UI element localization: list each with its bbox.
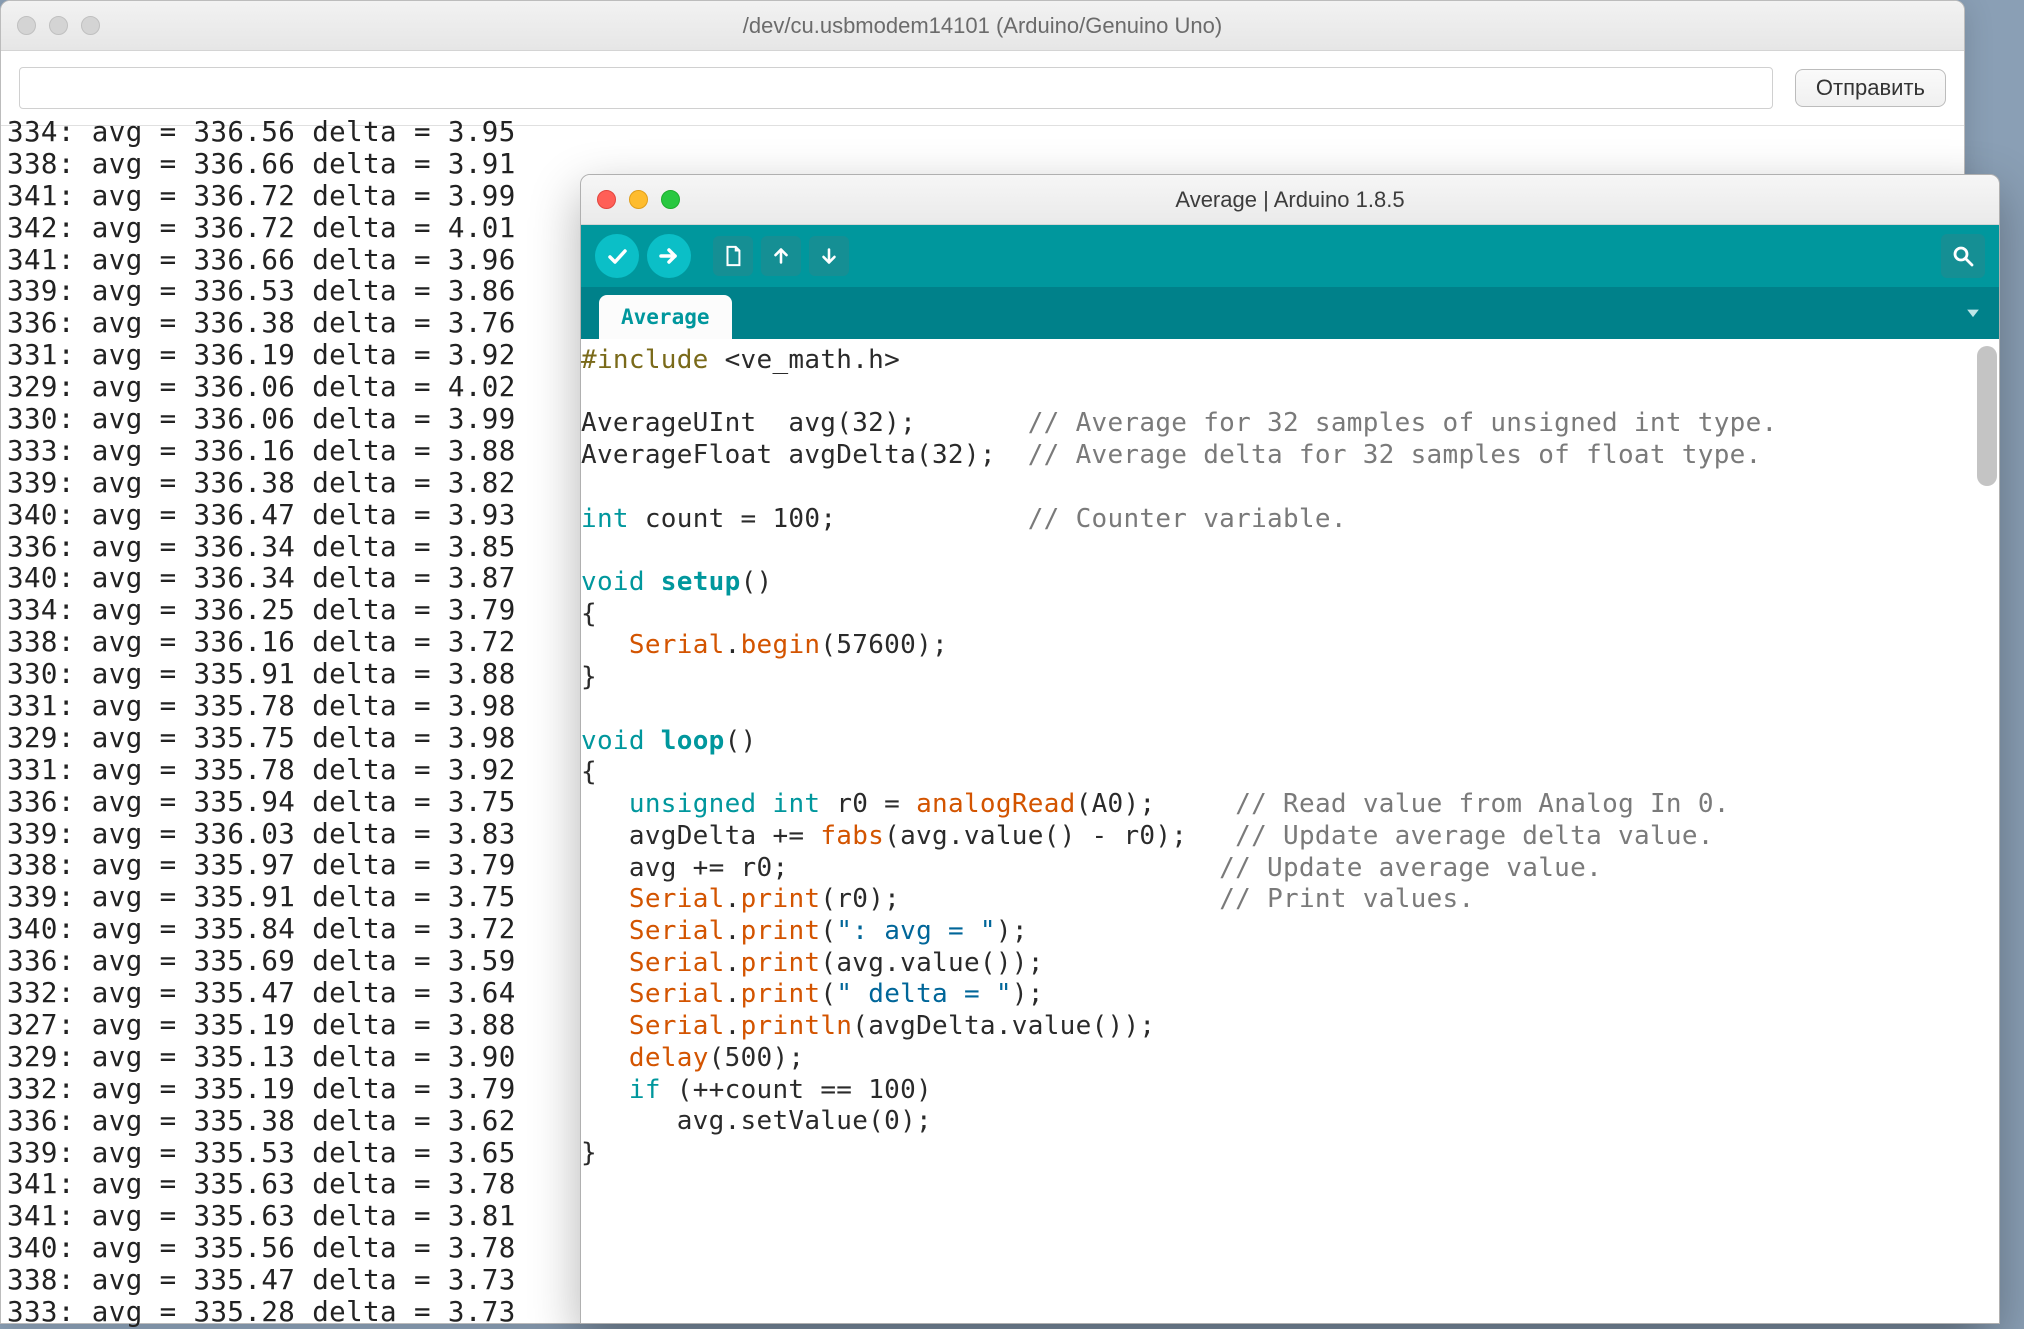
code-line: int count = 100; // Counter variable.	[581, 504, 1999, 536]
code-line: AverageFloat avgDelta(32); // Average de…	[581, 440, 1999, 472]
open-file-button[interactable]	[761, 236, 801, 276]
code-line: void loop()	[581, 726, 1999, 758]
check-icon	[605, 244, 629, 268]
code-line: {	[581, 599, 1999, 631]
ide-tabbar: Average	[581, 287, 1999, 339]
serial-input-row: Отправить	[1, 51, 1964, 126]
code-line: void setup()	[581, 567, 1999, 599]
ide-toolbar	[581, 225, 1999, 287]
code-line	[581, 694, 1999, 726]
code-line: delay(500);	[581, 1043, 1999, 1075]
file-icon	[722, 245, 744, 267]
code-line: {	[581, 757, 1999, 789]
send-button[interactable]: Отправить	[1795, 69, 1946, 107]
code-line: }	[581, 1138, 1999, 1170]
tab-average[interactable]: Average	[599, 295, 732, 339]
verify-button[interactable]	[595, 234, 639, 278]
serial-titlebar: /dev/cu.usbmodem14101 (Arduino/Genuino U…	[1, 1, 1964, 51]
code-line: Serial.print(r0); // Print values.	[581, 884, 1999, 916]
code-line: avg += r0; // Update average value.	[581, 853, 1999, 885]
code-line: avg.setValue(0);	[581, 1106, 1999, 1138]
code-line: #include <ve_math.h>	[581, 345, 1999, 377]
arrow-up-icon	[770, 245, 792, 267]
ide-window-title: Average | Arduino 1.8.5	[581, 187, 1999, 213]
code-line: unsigned int r0 = analogRead(A0); // Rea…	[581, 789, 1999, 821]
code-line: Serial.println(avgDelta.value());	[581, 1011, 1999, 1043]
ide-titlebar: Average | Arduino 1.8.5	[581, 175, 1999, 225]
serial-window-title: /dev/cu.usbmodem14101 (Arduino/Genuino U…	[1, 13, 1964, 39]
scrollbar-thumb[interactable]	[1977, 346, 1997, 486]
code-line: Serial.print(avg.value());	[581, 948, 1999, 980]
code-line: AverageUInt avg(32); // Average for 32 s…	[581, 408, 1999, 440]
code-line: if (++count == 100)	[581, 1075, 1999, 1107]
upload-button[interactable]	[647, 234, 691, 278]
magnifier-icon	[1951, 244, 1975, 268]
arrow-down-icon	[818, 245, 840, 267]
code-line: Serial.print(" delta = ");	[581, 979, 1999, 1011]
code-line	[581, 472, 1999, 504]
code-line: Serial.print(": avg = ");	[581, 916, 1999, 948]
arrow-right-icon	[657, 244, 681, 268]
new-file-button[interactable]	[713, 236, 753, 276]
code-line	[581, 377, 1999, 409]
save-file-button[interactable]	[809, 236, 849, 276]
code-line: }	[581, 662, 1999, 694]
code-line: Serial.begin(57600);	[581, 630, 1999, 662]
code-line	[581, 535, 1999, 567]
serial-monitor-button[interactable]	[1941, 234, 1985, 278]
serial-input[interactable]	[19, 67, 1773, 109]
code-line: avgDelta += fabs(avg.value() - r0); // U…	[581, 821, 1999, 853]
tab-menu-button[interactable]	[1957, 297, 1989, 329]
code-editor[interactable]: #include <ve_math.h> AverageUInt avg(32)…	[581, 339, 1999, 1170]
chevron-down-icon	[1963, 303, 1983, 323]
arduino-ide-window: Average | Arduino 1.8.5 Average #include…	[580, 174, 2000, 1324]
